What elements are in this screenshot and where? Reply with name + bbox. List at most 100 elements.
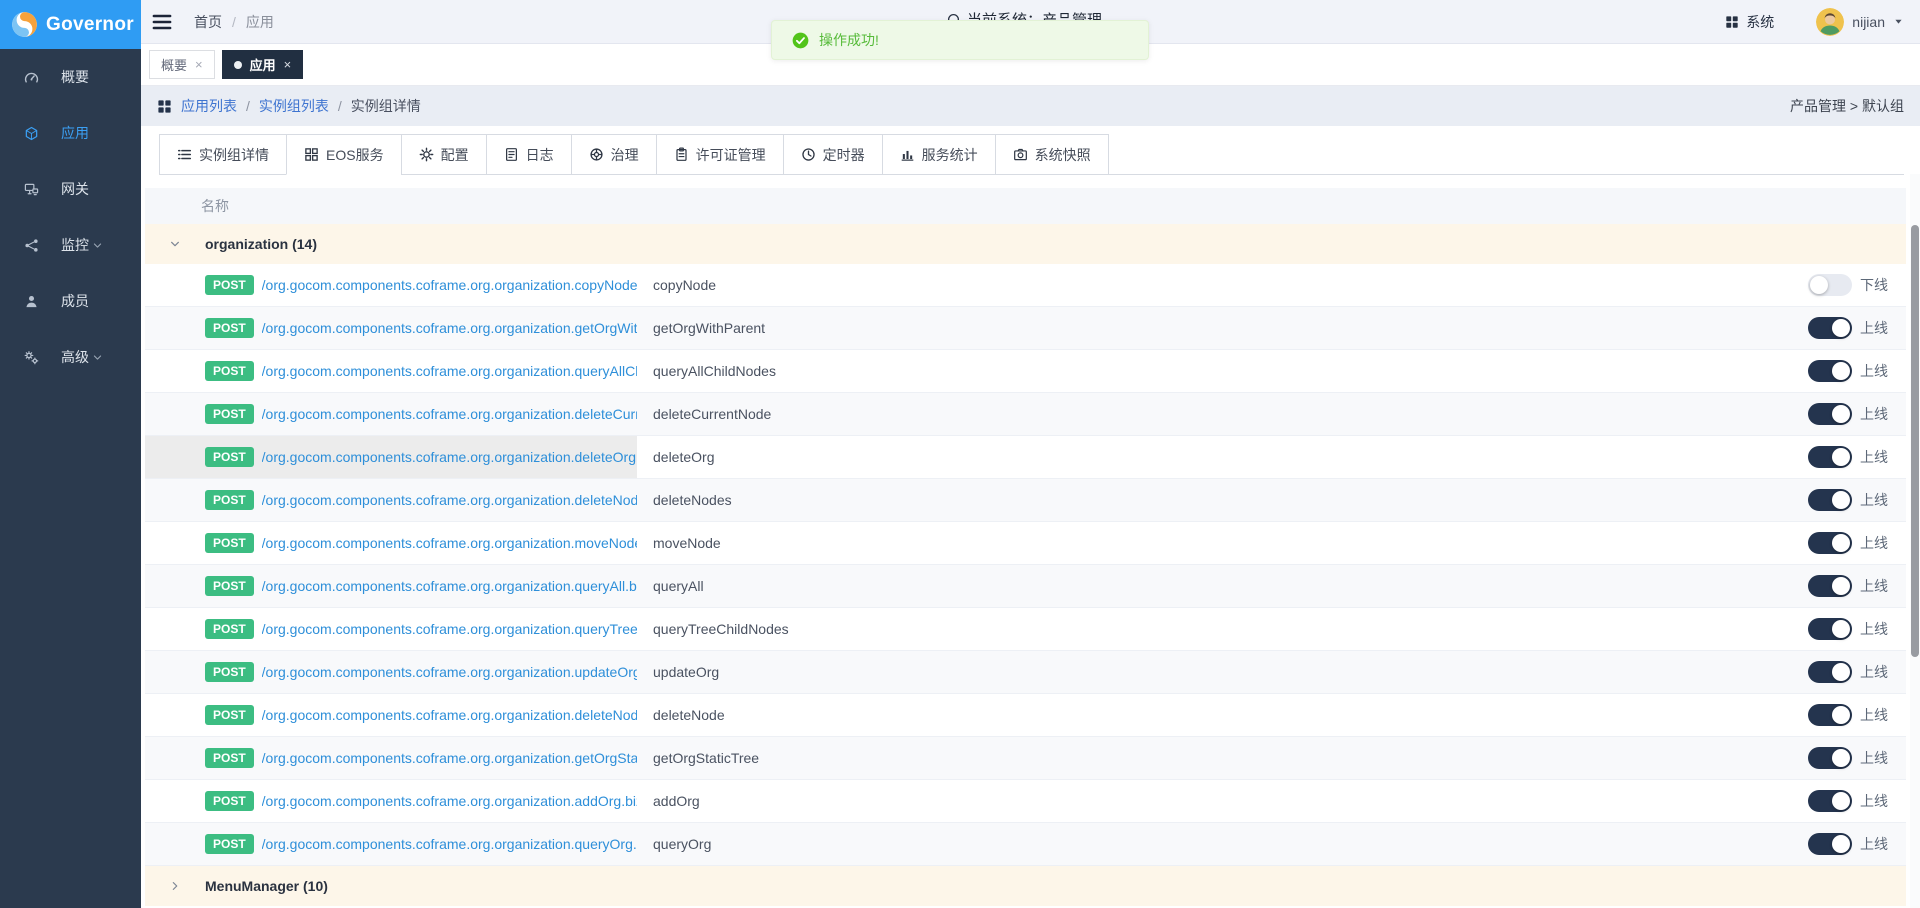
tab-detail[interactable]: 实例组详情 <box>159 134 287 175</box>
sidebar-item-label: 网关 <box>61 179 89 199</box>
method-badge: POST <box>205 662 254 682</box>
online-toggle[interactable] <box>1808 274 1852 296</box>
online-toggle[interactable] <box>1808 317 1852 339</box>
gateway-icon <box>24 182 39 197</box>
service-path-cell: POST /org.gocom.components.coframe.org.o… <box>145 823 637 865</box>
tab-config[interactable]: 配置 <box>401 134 487 175</box>
breadcrumb-current: 实例组详情 <box>351 96 421 116</box>
sidebar-item-member[interactable]: 成员 <box>0 273 141 329</box>
toggle-knob <box>1832 577 1850 595</box>
tab-govern[interactable]: 治理 <box>571 134 657 175</box>
online-state-label: 上线 <box>1860 705 1888 725</box>
close-icon[interactable]: × <box>195 58 203 71</box>
service-path-link[interactable]: /org.gocom.components.coframe.org.organi… <box>262 793 637 809</box>
check-circle-icon <box>792 32 809 49</box>
service-path-cell: POST /org.gocom.components.coframe.org.o… <box>145 436 637 478</box>
online-toggle[interactable] <box>1808 532 1852 554</box>
sidebar-item-monitor[interactable]: 监控 <box>0 217 141 273</box>
online-toggle-cell: 上线 <box>1808 747 1906 769</box>
toggle-knob <box>1832 362 1850 380</box>
context-group-label: 产品管理 > 默认组 <box>1790 96 1904 116</box>
scrollbar-thumb[interactable] <box>1911 225 1919 657</box>
cube-icon <box>24 126 39 141</box>
sidebar-item-app[interactable]: 应用 <box>0 105 141 161</box>
service-path-link[interactable]: /org.gocom.components.coframe.org.organi… <box>262 406 637 422</box>
online-toggle[interactable] <box>1808 618 1852 640</box>
tab-log[interactable]: 日志 <box>486 134 572 175</box>
service-path-cell: POST /org.gocom.components.coframe.org.o… <box>145 350 637 392</box>
table-row: POST /org.gocom.components.coframe.org.o… <box>145 350 1906 393</box>
service-path-cell: POST /org.gocom.components.coframe.org.o… <box>145 608 637 650</box>
online-toggle[interactable] <box>1808 747 1852 769</box>
service-path-link[interactable]: /org.gocom.components.coframe.org.organi… <box>262 363 637 379</box>
service-name: deleteCurrentNode <box>653 406 1808 422</box>
service-path-link[interactable]: /org.gocom.components.coframe.org.organi… <box>262 535 637 551</box>
group-row-1[interactable]: MenuManager (10) <box>145 866 1906 906</box>
online-state-label: 上线 <box>1860 791 1888 811</box>
table-row: POST /org.gocom.components.coframe.org.o… <box>145 694 1906 737</box>
close-icon[interactable]: × <box>284 58 292 71</box>
chevron-down-icon <box>92 240 103 251</box>
service-path-cell: POST /org.gocom.components.coframe.org.o… <box>145 307 637 349</box>
group-row-0[interactable]: organization (14) <box>145 224 1906 264</box>
breadcrumb-link-app-list[interactable]: 应用列表 <box>181 96 237 116</box>
service-name: updateOrg <box>653 664 1808 680</box>
chevron-down-icon[interactable] <box>169 238 181 250</box>
license-icon <box>674 147 689 162</box>
service-path-link[interactable]: /org.gocom.components.coframe.org.organi… <box>262 578 637 594</box>
service-name: copyNode <box>653 277 1808 293</box>
sidebar-item-overview[interactable]: 概要 <box>0 49 141 105</box>
log-icon <box>504 147 519 162</box>
service-path-link[interactable]: /org.gocom.components.coframe.org.organi… <box>262 621 637 637</box>
sidebar-item-gateway[interactable]: 网关 <box>0 161 141 217</box>
service-path-cell: POST /org.gocom.components.coframe.org.o… <box>145 479 637 521</box>
table-header: 名称 <box>145 188 1906 224</box>
online-toggle[interactable] <box>1808 661 1852 683</box>
tab-stats[interactable]: 服务统计 <box>882 134 996 175</box>
service-path-link[interactable]: /org.gocom.components.coframe.org.organi… <box>262 277 637 293</box>
online-toggle[interactable] <box>1808 790 1852 812</box>
breadcrumb-home-link[interactable]: 首页 <box>194 12 222 32</box>
service-path-cell: POST /org.gocom.components.coframe.org.o… <box>145 651 637 693</box>
service-path-link[interactable]: /org.gocom.components.coframe.org.organi… <box>262 320 637 336</box>
breadcrumb-link-instance-group-list[interactable]: 实例组列表 <box>259 96 329 116</box>
table-row: POST /org.gocom.components.coframe.org.o… <box>145 522 1906 565</box>
grid-icon <box>304 147 319 162</box>
tab-license[interactable]: 许可证管理 <box>656 134 784 175</box>
service-path-link[interactable]: /org.gocom.components.coframe.org.organi… <box>262 449 637 465</box>
tab-snapshot[interactable]: 系统快照 <box>995 134 1109 175</box>
service-name: addOrg <box>653 793 1808 809</box>
online-toggle[interactable] <box>1808 446 1852 468</box>
sidebar-item-advanced[interactable]: 高级 <box>0 329 141 385</box>
service-path-link[interactable]: /org.gocom.components.coframe.org.organi… <box>262 664 637 680</box>
tab-eos[interactable]: EOS服务 <box>286 134 402 175</box>
online-toggle[interactable] <box>1808 489 1852 511</box>
service-path-link[interactable]: /org.gocom.components.coframe.org.organi… <box>262 707 637 723</box>
scrollbar-track <box>1910 174 1920 908</box>
tab-label: 日志 <box>526 145 554 165</box>
chevron-right-icon[interactable] <box>169 880 181 892</box>
online-toggle[interactable] <box>1808 360 1852 382</box>
tag-app[interactable]: 应用 × <box>222 50 304 79</box>
online-toggle-cell: 上线 <box>1808 704 1906 726</box>
timer-icon <box>801 147 816 162</box>
online-state-label: 上线 <box>1860 662 1888 682</box>
hamburger-icon[interactable] <box>150 12 174 32</box>
service-path-link[interactable]: /org.gocom.components.coframe.org.organi… <box>262 492 637 508</box>
system-menu-button[interactable]: 系统 <box>1725 12 1774 32</box>
app-logo[interactable]: Governor <box>0 0 141 49</box>
service-path-link[interactable]: /org.gocom.components.coframe.org.organi… <box>262 836 637 852</box>
service-path-link[interactable]: /org.gocom.components.coframe.org.organi… <box>262 750 637 766</box>
tag-overview[interactable]: 概要 × <box>149 50 215 79</box>
monitor-icon <box>24 238 39 253</box>
user-menu-button[interactable]: nijian <box>1816 8 1904 36</box>
tab-timer[interactable]: 定时器 <box>783 134 883 175</box>
online-toggle[interactable] <box>1808 833 1852 855</box>
toggle-knob <box>1832 835 1850 853</box>
tab-label: 系统快照 <box>1035 145 1091 165</box>
online-toggle[interactable] <box>1808 575 1852 597</box>
method-badge: POST <box>205 834 254 854</box>
online-toggle[interactable] <box>1808 403 1852 425</box>
toggle-knob <box>1832 706 1850 724</box>
online-toggle[interactable] <box>1808 704 1852 726</box>
